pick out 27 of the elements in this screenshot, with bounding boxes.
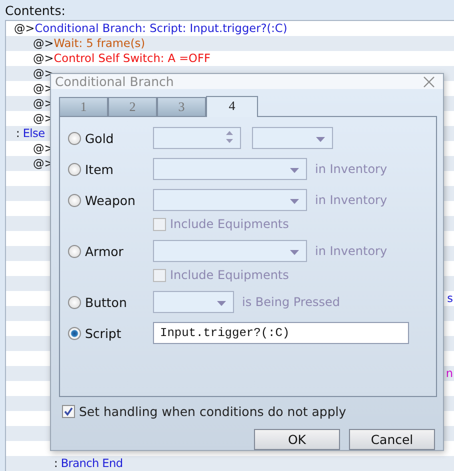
command-text: Branch End xyxy=(60,456,123,471)
command-text: Control Self Switch: A =OFF xyxy=(54,51,210,66)
command-text: Conditional Branch: Script: Input.trigger?(:C) xyxy=(34,21,288,36)
command-marker: @> xyxy=(14,21,35,36)
contents-label: Contents: xyxy=(4,2,66,20)
command-text: s xyxy=(447,291,453,306)
window-title: Conditional Branch xyxy=(55,74,174,89)
suffix-label: in Inventory xyxy=(315,162,388,176)
command-marker: @> xyxy=(33,51,54,66)
command-marker: @> xyxy=(33,36,54,51)
suffix-label: in Inventory xyxy=(315,244,388,258)
condition-label: Gold xyxy=(85,130,114,146)
condition-label: Button xyxy=(85,294,127,310)
command-marker: : xyxy=(15,126,21,141)
condition-label: Weapon xyxy=(85,192,136,208)
checkbox-label: Set handling when conditions do not apply xyxy=(79,404,346,418)
checkbox-label: Include Equipments xyxy=(170,268,289,282)
command-text: Wait: 5 frame(s) xyxy=(54,36,146,51)
condition-label: Item xyxy=(85,162,114,176)
command-marker: : xyxy=(53,456,59,471)
command-text: Else xyxy=(22,126,45,141)
condition-label: Armor xyxy=(85,244,124,258)
checkbox-label: Include Equipments xyxy=(170,217,289,231)
command-text: n xyxy=(446,366,453,381)
condition-label: Script xyxy=(85,326,122,340)
suffix-label: is Being Pressed xyxy=(242,295,340,309)
suffix-label: in Inventory xyxy=(315,193,388,207)
